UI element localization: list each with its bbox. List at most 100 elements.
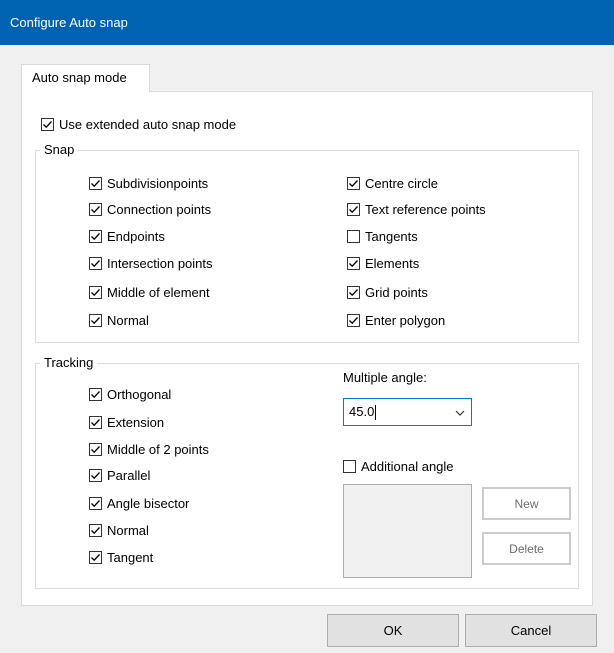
checkbox-box: [89, 176, 102, 190]
checkbox-label: Grid points: [365, 284, 428, 300]
checkbox-box: [89, 285, 102, 299]
checkmark-icon: [91, 232, 100, 240]
checkbox-box: [343, 459, 356, 473]
checkbox-label: Centre circle: [365, 175, 438, 191]
checkbox-label: Orthogonal: [107, 386, 172, 402]
checkbox-label: Connection points: [107, 201, 212, 217]
checkbox-label: Middle of 2 points: [107, 441, 209, 457]
tab-auto-snap-mode[interactable]: Auto snap mode: [21, 64, 150, 92]
ok-button[interactable]: OK: [327, 614, 459, 647]
tracking-middle-of-2-points-checkbox[interactable]: Middle of 2 points: [89, 440, 209, 458]
tracking-group-title: Tracking: [40, 355, 98, 371]
checkbox-box: [89, 202, 102, 216]
snap-enter-polygon-checkbox[interactable]: Enter polygon: [347, 311, 445, 329]
multiple-angle-combobox[interactable]: 45.0: [343, 398, 472, 426]
delete-button[interactable]: Delete: [482, 532, 571, 565]
checkbox-box: [89, 468, 102, 482]
tab-label: Auto snap mode: [32, 70, 127, 85]
checkbox-box: [89, 256, 102, 270]
window-title: Configure Auto snap: [10, 15, 128, 30]
checkbox-label: Use extended auto snap mode: [59, 116, 237, 132]
checkmark-icon: [91, 471, 100, 479]
delete-button-label: Delete: [509, 541, 544, 556]
new-button-label: New: [514, 496, 539, 511]
checkbox-box: [347, 256, 360, 270]
checkbox-label: Endpoints: [107, 228, 165, 244]
tracking-parallel-checkbox[interactable]: Parallel: [89, 466, 150, 484]
checkbox-box: [89, 523, 102, 537]
chevron-down-icon[interactable]: [454, 407, 466, 419]
snap-elements-checkbox[interactable]: Elements: [347, 254, 419, 272]
checkbox-box: [89, 313, 102, 327]
snap-group-title: Snap: [40, 142, 79, 158]
checkbox-box: [89, 229, 102, 243]
tracking-normal-checkbox[interactable]: Normal: [89, 521, 149, 539]
snap-connection-points-checkbox[interactable]: Connection points: [89, 200, 211, 218]
checkbox-label: Intersection points: [107, 255, 213, 271]
snap-tangents-checkbox[interactable]: Tangents: [347, 227, 418, 245]
checkbox-label: Tangent: [107, 549, 154, 565]
new-button[interactable]: New: [482, 487, 571, 520]
checkbox-box: [89, 550, 102, 564]
checkmark-icon: [349, 288, 358, 296]
snap-centre-circle-checkbox[interactable]: Centre circle: [347, 174, 438, 192]
checkbox-label: Normal: [107, 312, 149, 328]
dialog-window: Configure Auto snap Auto snap mode Use e…: [0, 0, 614, 653]
snap-subdivisionpoints-checkbox[interactable]: Subdivisionpoints: [89, 174, 208, 192]
checkbox-label: Extension: [107, 414, 165, 430]
checkmark-icon: [349, 259, 358, 267]
checkmark-icon: [91, 288, 100, 296]
cancel-button[interactable]: Cancel: [465, 614, 597, 647]
checkbox-label: Subdivisionpoints: [107, 175, 209, 191]
checkmark-icon: [91, 390, 100, 398]
checkbox-label: Angle bisector: [107, 495, 190, 511]
checkbox-label: Additional angle: [361, 458, 454, 474]
checkmark-icon: [91, 205, 100, 213]
ok-button-label: OK: [383, 623, 403, 638]
multiple-angle-value: 45.0: [349, 404, 375, 419]
checkbox-box: [347, 176, 360, 190]
additional-angle-checkbox[interactable]: Additional angle: [343, 457, 454, 475]
checkbox-box: [347, 285, 360, 299]
checkbox-label: Parallel: [107, 467, 151, 483]
checkbox-label: Text reference points: [365, 201, 486, 217]
checkmark-icon: [91, 259, 100, 267]
checkmark-icon: [91, 499, 100, 507]
checkbox-box: [347, 202, 360, 216]
checkbox-label: Middle of element: [107, 284, 210, 300]
checkbox-label: Normal: [107, 522, 149, 538]
checkmark-icon: [91, 526, 100, 534]
checkbox-box: [347, 313, 360, 327]
checkbox-label: Enter polygon: [365, 312, 446, 328]
checkbox-label: Tangents: [365, 228, 418, 244]
tracking-orthogonal-checkbox[interactable]: Orthogonal: [89, 385, 171, 403]
checkbox-box: [347, 229, 360, 243]
checkmark-icon: [349, 316, 358, 324]
additional-angle-list[interactable]: [343, 484, 472, 578]
checkmark-icon: [91, 445, 100, 453]
checkmark-icon: [43, 120, 52, 128]
snap-middle-of-element-checkbox[interactable]: Middle of element: [89, 283, 210, 301]
checkmark-icon: [91, 179, 100, 187]
tracking-angle-bisector-checkbox[interactable]: Angle bisector: [89, 494, 189, 512]
text-caret: [375, 405, 376, 420]
snap-endpoints-checkbox[interactable]: Endpoints: [89, 227, 165, 245]
checkbox-box: [89, 442, 102, 456]
checkbox-box: [41, 117, 54, 131]
title-bar: Configure Auto snap: [0, 0, 614, 45]
use-extended-checkbox[interactable]: Use extended auto snap mode: [41, 115, 236, 133]
checkbox-box: [89, 415, 102, 429]
checkbox-box: [89, 387, 102, 401]
checkmark-icon: [349, 205, 358, 213]
checkmark-icon: [349, 179, 358, 187]
checkmark-icon: [91, 553, 100, 561]
checkbox-label: Elements: [365, 255, 420, 271]
snap-text-reference-points-checkbox[interactable]: Text reference points: [347, 200, 486, 218]
snap-grid-points-checkbox[interactable]: Grid points: [347, 283, 428, 301]
cancel-button-label: Cancel: [510, 623, 552, 638]
tracking-extension-checkbox[interactable]: Extension: [89, 413, 164, 431]
snap-intersection-points-checkbox[interactable]: Intersection points: [89, 254, 213, 272]
tracking-tangent-checkbox[interactable]: Tangent: [89, 548, 153, 566]
checkmark-icon: [91, 418, 100, 426]
snap-normal-checkbox[interactable]: Normal: [89, 311, 149, 329]
